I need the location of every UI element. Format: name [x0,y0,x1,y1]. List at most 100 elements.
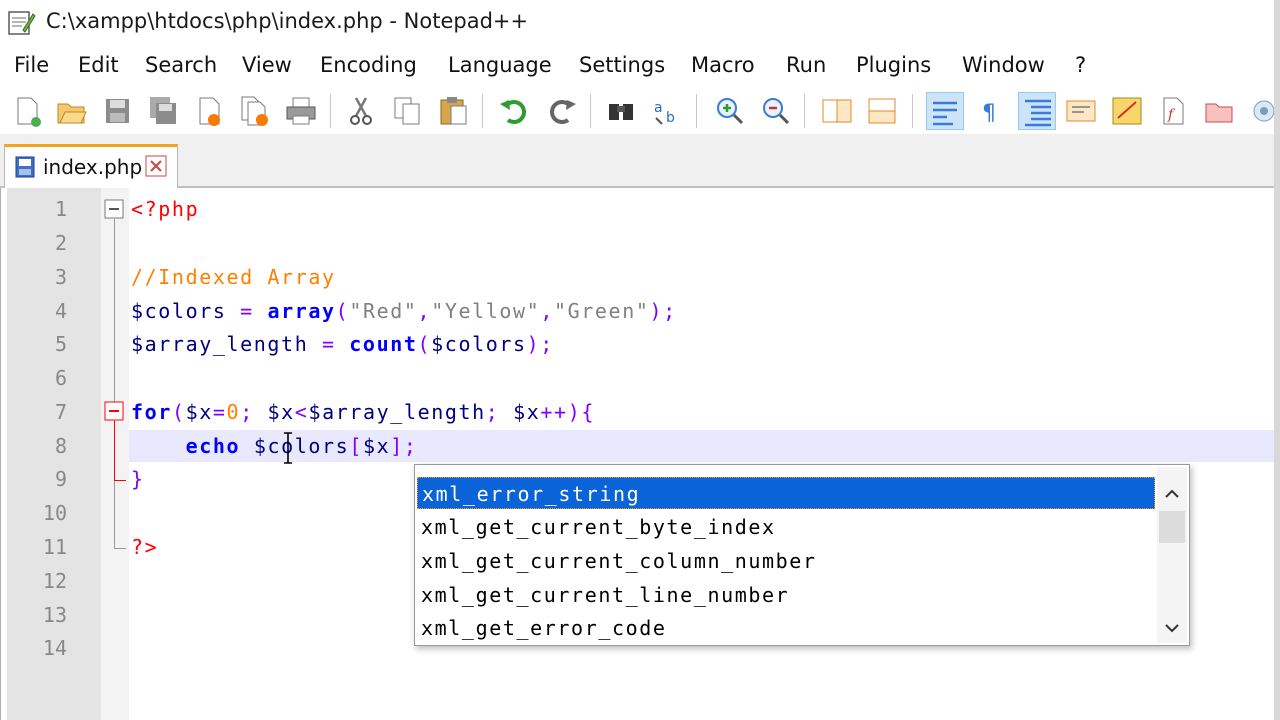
toolbar-separator [696,94,697,128]
code-line-3: //Indexed Array [131,265,336,289]
operator: ; [485,400,514,424]
menu-language[interactable]: Language [448,53,552,77]
autocomplete-item[interactable]: xml_get_error_code [417,612,1155,644]
variable: $x [267,400,295,424]
open-file-icon[interactable] [52,92,90,130]
fold-guide [114,219,115,549]
menu-edit[interactable]: Edit [78,53,119,77]
paste-icon[interactable] [434,92,472,130]
close-all-icon[interactable] [236,92,274,130]
line-number: 12 [42,569,67,593]
line-number: 8 [54,434,67,458]
operator: ){ [567,400,595,424]
show-all-characters-icon[interactable]: ¶ [972,92,1010,130]
operator: , [540,299,554,323]
autocomplete-list[interactable]: xml_error_string xml_get_current_byte_in… [414,464,1190,646]
operator: ( [171,400,186,424]
menu-plugins[interactable]: Plugins [856,53,931,77]
fold-collapse-icon[interactable] [104,401,124,421]
save-icon[interactable] [98,92,136,130]
keyword: echo [185,434,241,458]
menu-window[interactable]: Window [962,53,1045,77]
replace-icon[interactable]: ab [648,92,686,130]
document-map-icon[interactable] [1062,92,1100,130]
line-number: 4 [54,299,67,323]
code-line-11: ?> [131,535,158,559]
chevron-up-icon[interactable] [1163,485,1181,503]
string: "Yellow" [431,299,541,323]
variable: $x [362,434,391,458]
line-number: 11 [42,535,67,559]
operator: ( [335,299,350,323]
line-number: 14 [42,636,67,660]
menu-view[interactable]: View [242,53,292,77]
fold-collapse-icon[interactable] [104,199,124,219]
tab-bar: index.php [0,134,1280,190]
menu-settings[interactable]: Settings [579,53,665,77]
autocomplete-item[interactable]: xml_error_string [417,477,1155,509]
code-line-5: $array_length = count($colors); [131,332,554,356]
variable: $array_length [131,332,309,356]
function-list-icon[interactable] [1108,92,1146,130]
new-file-icon[interactable] [8,92,46,130]
menu-search[interactable]: Search [145,53,217,77]
variable: $colors [253,434,350,458]
zoom-in-icon[interactable] [710,92,748,130]
tab-index-php[interactable]: index.php [4,144,178,190]
scrollbar-thumb[interactable] [1159,511,1185,543]
function-name: count [349,332,418,356]
toolbar-separator [330,94,331,128]
toolbar-separator [804,94,805,128]
menu-file[interactable]: File [14,53,49,77]
fold-end [114,480,126,481]
autocomplete-item[interactable]: xml_get_current_line_number [417,579,1155,611]
comment: //Indexed Array [131,265,336,289]
code-line-4: $colors = array("Red","Yellow","Green"); [131,299,677,323]
svg-text:b: b [666,110,675,126]
operator: ); [526,332,554,356]
chevron-down-icon[interactable] [1163,619,1181,637]
cut-icon[interactable] [342,92,380,130]
menu-run[interactable]: Run [786,53,826,77]
code-line-1: <?php [131,197,199,221]
autocomplete-scrollbar[interactable] [1157,467,1187,643]
redo-icon[interactable] [542,92,580,130]
menu-macro[interactable]: Macro [691,53,755,77]
menu-encoding[interactable]: Encoding [320,53,417,77]
svg-text:a: a [654,100,663,116]
find-icon[interactable] [602,92,640,130]
keyword: for [131,400,172,424]
sync-horizontal-icon[interactable] [864,92,902,130]
autocomplete-item[interactable]: xml_get_current_byte_index [417,511,1155,543]
operator: = [308,332,350,356]
autocomplete-item[interactable]: xml_get_current_column_number [417,545,1155,577]
copy-icon[interactable] [388,92,426,130]
notepad-plus-plus-icon [8,11,36,35]
sync-vertical-icon[interactable] [818,92,856,130]
undo-icon[interactable] [496,92,534,130]
fold-guide-active [114,421,115,481]
folder-icon[interactable] [1200,92,1238,130]
text-cursor-icon [284,432,292,464]
code-line-9: } [131,467,145,491]
save-all-icon[interactable] [144,92,182,130]
code-line-8: echo $colors[$x]; [131,434,418,458]
toolbar-separator [912,94,913,128]
number: 0 [226,400,241,424]
word-wrap-icon[interactable] [926,92,964,130]
toolbar-separator [590,94,591,128]
close-icon[interactable] [145,155,167,177]
tab-label: index.php [43,155,143,179]
indent-guide-icon[interactable] [1018,92,1056,130]
folder-workspace-icon[interactable]: f [1154,92,1192,130]
line-number-gutter: 1 2 3 4 5 6 7 8 9 10 11 12 13 14 [7,188,101,720]
menu-help[interactable]: ? [1075,53,1086,77]
close-file-icon[interactable] [190,92,228,130]
print-icon[interactable] [282,92,320,130]
variable: $array_length [308,400,486,424]
zoom-out-icon[interactable] [756,92,794,130]
window-edge [1274,0,1280,720]
line-number: 3 [54,265,67,289]
